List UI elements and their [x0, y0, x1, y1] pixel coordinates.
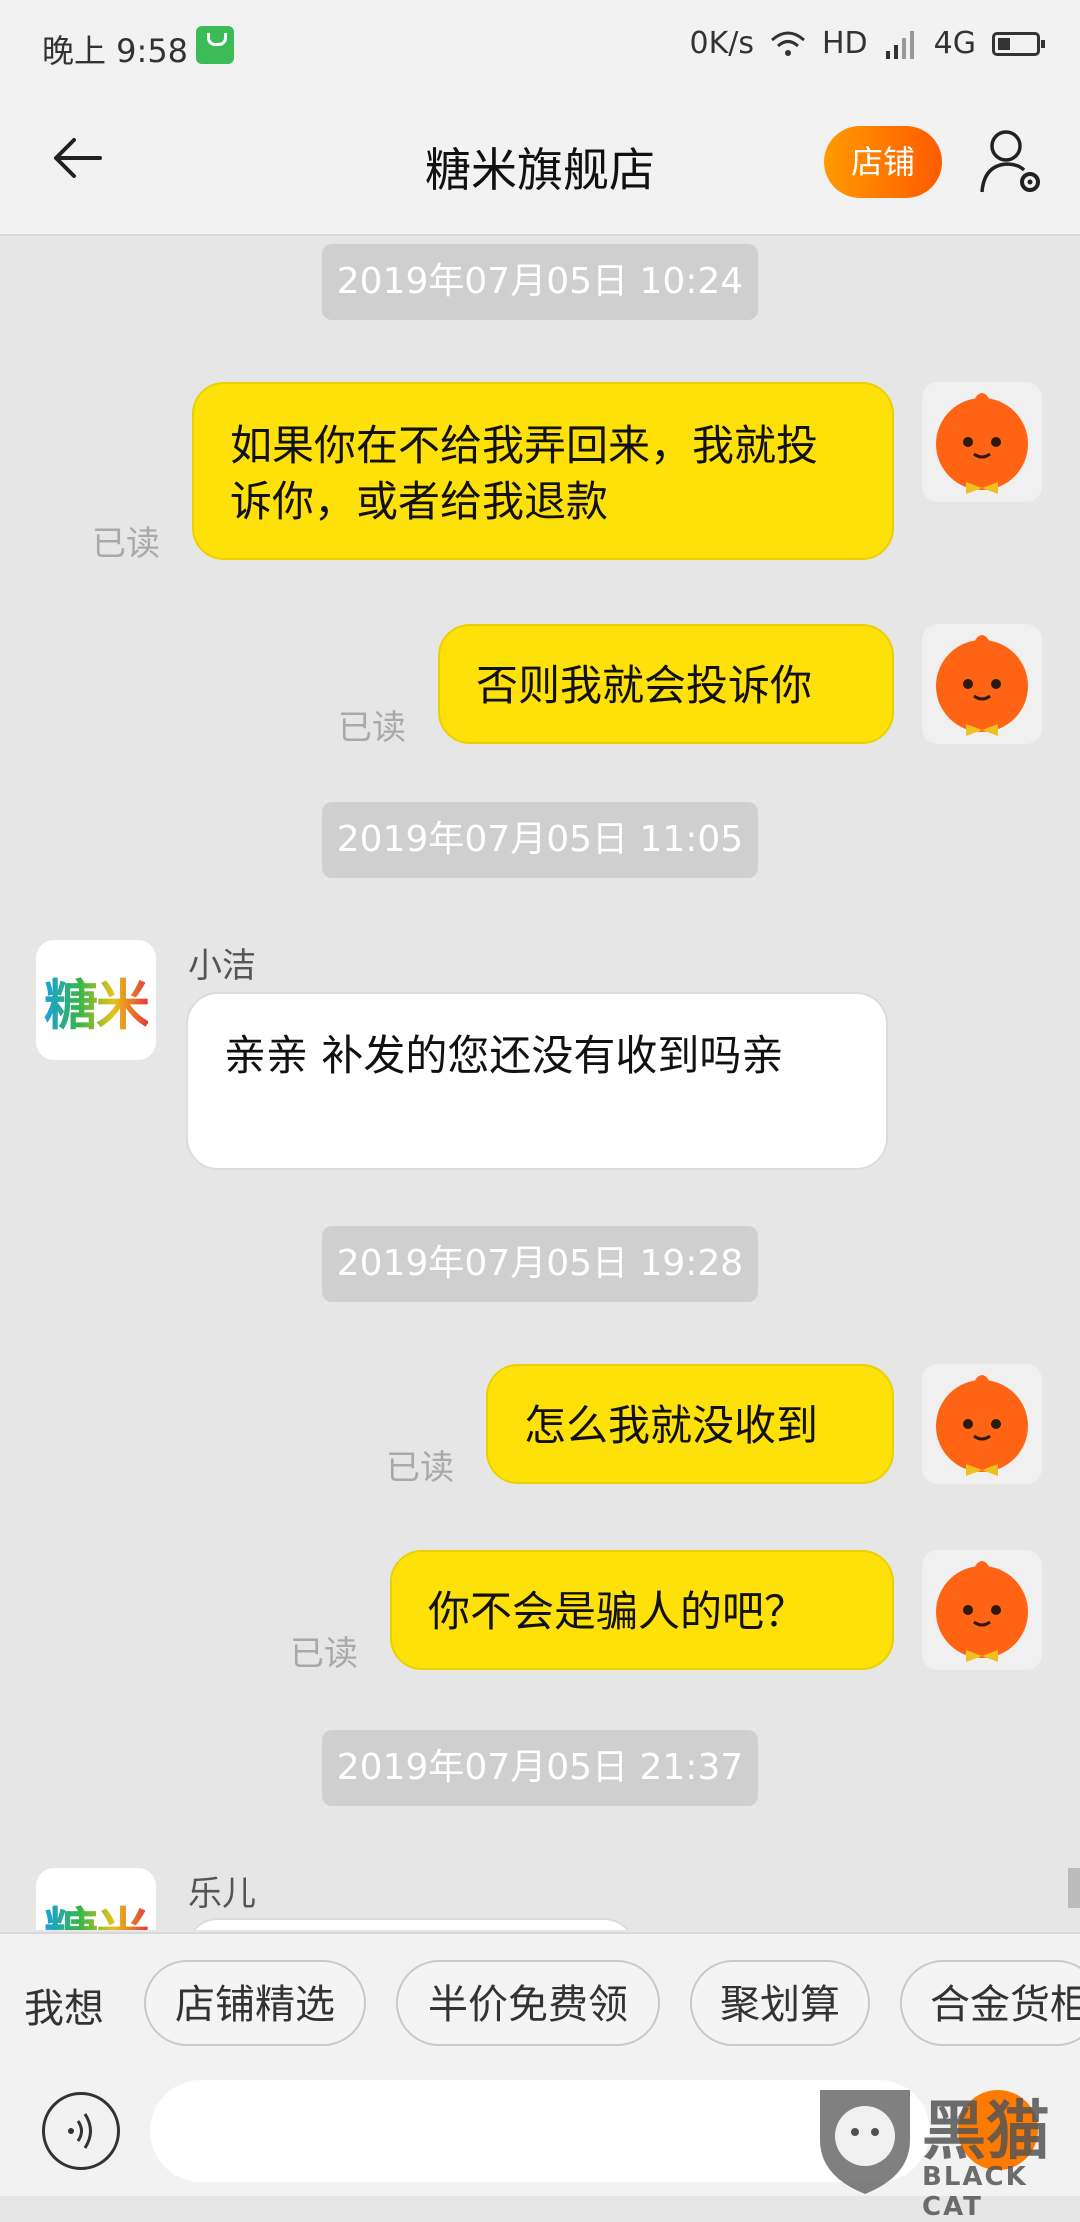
shop-logo: 糖米 [44, 1889, 150, 1931]
quick-chip-juhuasuan[interactable]: 聚划算 [690, 1960, 870, 2046]
chat-message-list[interactable]: 2019年07月05日 10:24 如果你在不给我弄回来，我就投诉你，或者给我退… [0, 236, 1080, 1930]
my-avatar[interactable] [922, 1364, 1042, 1484]
voice-wave-icon [68, 2113, 92, 2149]
shop-message-bubble[interactable] [186, 1918, 636, 1930]
read-receipt: 已读 [290, 1634, 358, 1674]
watermark-sub: BLACK CAT [922, 2162, 1028, 2222]
network-speed: 0K/s [689, 26, 754, 61]
orange-mascot-icon [936, 1561, 1028, 1662]
quick-reply-label: 我想 [24, 1986, 104, 2032]
shop-avatar[interactable]: 糖米 [36, 940, 156, 1060]
my-avatar[interactable] [922, 382, 1042, 502]
quick-chip-shop-picks[interactable]: 店铺精选 [144, 1960, 366, 2046]
quick-chip-alloy-cabinet[interactable]: 合金货柜 [900, 1960, 1080, 2046]
user-settings-icon[interactable] [978, 126, 1044, 196]
quick-reply-bar: 我想 店铺精选 半价免费领 聚划算 合金货柜 [0, 1932, 1080, 2070]
orange-mascot-icon [936, 393, 1028, 494]
chat-header: 糖米旗舰店 店铺 [0, 92, 1080, 236]
shop-logo: 糖米 [44, 961, 150, 1040]
read-receipt: 已读 [92, 524, 160, 564]
status-time: 晚上 9:58 [42, 32, 189, 70]
status-indicators: 0K/s HD 4G [689, 26, 1045, 61]
wifi-icon [770, 31, 805, 56]
status-bar: 晚上 9:58 0K/s HD 4G [0, 0, 1080, 92]
black-cat-shield-icon [820, 2090, 910, 2194]
scrollbar[interactable] [1068, 1868, 1080, 1908]
watermark-main: 黑猫 [922, 2095, 1050, 2169]
my-avatar[interactable] [922, 1550, 1042, 1670]
timestamp: 2019年07月05日 11:05 [322, 802, 758, 878]
quick-chip-half-price[interactable]: 半价免费领 [396, 1960, 660, 2046]
shopping-bag-icon [196, 26, 234, 64]
hd-label: HD [821, 26, 868, 61]
shop-avatar[interactable]: 糖米 [36, 1868, 156, 1930]
shop-message-bubble[interactable]: 亲亲 补发的您还没有收到吗亲 [186, 992, 888, 1170]
signal-icon [885, 30, 914, 59]
timestamp: 2019年07月05日 19:28 [322, 1226, 758, 1302]
battery-icon [992, 31, 1045, 56]
sender-name: 乐儿 [188, 1874, 256, 1914]
shop-button[interactable]: 店铺 [824, 126, 942, 198]
sender-name: 小洁 [188, 946, 256, 986]
my-message-bubble[interactable]: 怎么我就没收到 [486, 1364, 894, 1484]
my-message-bubble[interactable]: 否则我就会投诉你 [438, 624, 894, 744]
orange-mascot-icon [936, 635, 1028, 736]
timestamp: 2019年07月05日 10:24 [322, 244, 758, 320]
timestamp: 2019年07月05日 21:37 [322, 1730, 758, 1806]
network-type: 4G [933, 26, 976, 61]
my-message-bubble[interactable]: 如果你在不给我弄回来，我就投诉你，或者给我退款 [192, 382, 894, 560]
my-message-bubble[interactable]: 你不会是骗人的吧？ [390, 1550, 894, 1670]
watermark: 黑猫 BLACK CAT [810, 2080, 1080, 2222]
read-receipt: 已读 [338, 708, 406, 748]
my-avatar[interactable] [922, 624, 1042, 744]
voice-input-button[interactable] [42, 2092, 120, 2170]
orange-mascot-icon [936, 1375, 1028, 1476]
read-receipt: 已读 [386, 1448, 454, 1488]
